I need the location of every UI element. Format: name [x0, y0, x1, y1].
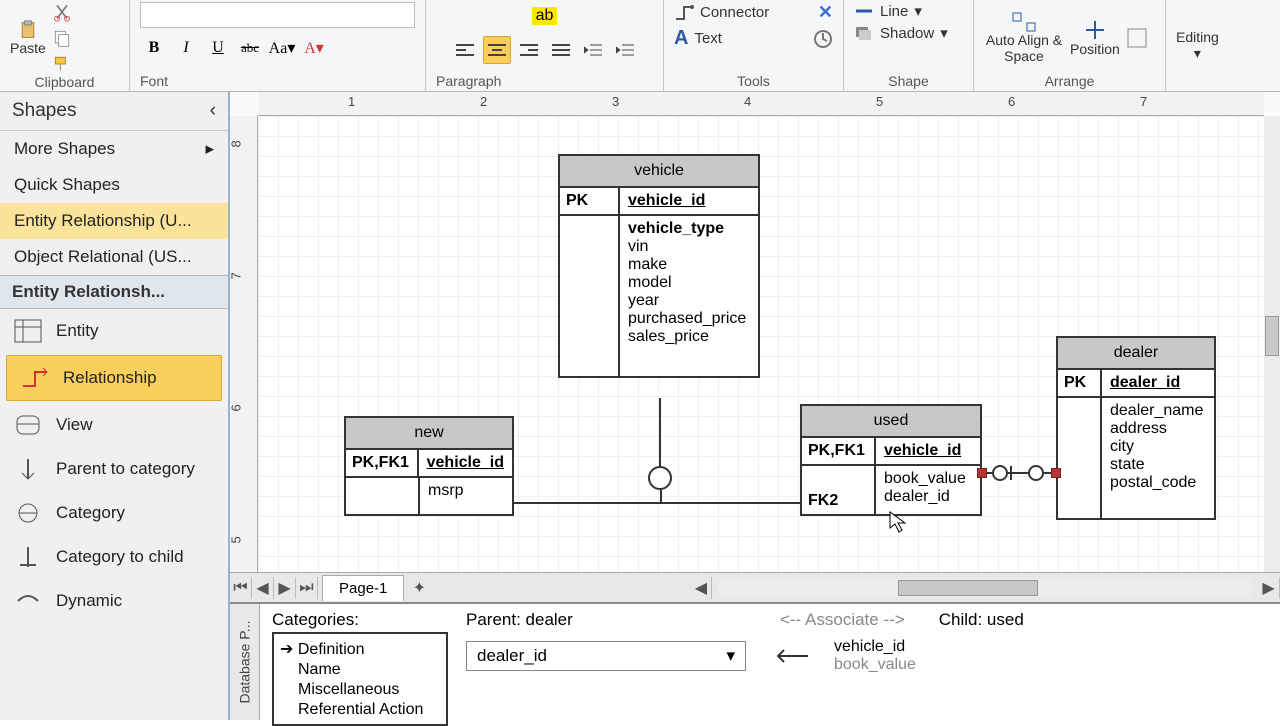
paragraph-group-label: Paragraph	[436, 73, 501, 89]
more-shapes-item[interactable]: More Shapes ▸	[0, 131, 228, 167]
map-arrow-icon	[770, 646, 810, 666]
arrange-group-label: Arrange	[984, 73, 1155, 91]
vertical-scrollbar[interactable]	[1264, 116, 1280, 572]
stencil-entity[interactable]: Entity	[0, 309, 228, 353]
tools-group-label: Tools	[674, 73, 833, 91]
connector-endpoint-right[interactable]	[1051, 468, 1061, 478]
underline-button[interactable]: U	[204, 34, 232, 62]
entity-dealer[interactable]: dealer PKdealer_id dealer_name address c…	[1056, 336, 1216, 520]
drawing-canvas[interactable]: 1 2 3 4 5 6 7 8 7 6 5 vehicle PKvehicle_…	[230, 92, 1280, 572]
indent-inc-button[interactable]	[611, 36, 639, 64]
page-tab-strip: ⏮ ◀ ▶ ⏭ Page-1 ✦ ◀ ▶	[230, 572, 1280, 602]
stencil-section-title: Entity Relationsh...	[0, 275, 228, 309]
justify-button[interactable]	[547, 36, 575, 64]
tab-prev-button[interactable]: ◀	[252, 577, 274, 599]
stencil-dynamic[interactable]: Dynamic	[0, 579, 228, 623]
cat-misc[interactable]: Miscellaneous	[282, 680, 438, 700]
shapes-header: Shapes	[12, 100, 76, 122]
connector-label[interactable]: Connector	[700, 4, 769, 21]
connector-endpoint-left[interactable]	[977, 468, 987, 478]
tools-extra-icon[interactable]	[813, 29, 833, 49]
strike-button[interactable]: abc	[236, 34, 264, 62]
parent-label: Parent: dealer	[466, 610, 746, 630]
entity-relationship-stencil[interactable]: Entity Relationship (U...	[0, 203, 228, 239]
shapes-panel: Shapes ‹ More Shapes ▸ Quick Shapes Entit…	[0, 92, 230, 720]
cat-name[interactable]: Name	[282, 660, 438, 680]
stencil-view[interactable]: View	[0, 403, 228, 447]
font-group-label: Font	[140, 73, 168, 89]
new-page-button[interactable]: ✦	[408, 577, 430, 599]
highlight-button[interactable]: ab	[531, 2, 559, 30]
horizontal-ruler: 1 2 3 4 5 6 7	[258, 92, 1264, 116]
align-center-button[interactable]	[483, 36, 511, 64]
connector-close-button[interactable]: ✕	[818, 2, 833, 23]
stencil-parent-to-category[interactable]: Parent to category	[0, 447, 228, 491]
font-size-button[interactable]: Aa▾	[268, 34, 296, 62]
child-label: Child: used	[939, 610, 1024, 630]
cat-definition[interactable]: Definition	[282, 638, 438, 660]
line-menu[interactable]: Line ▾	[854, 2, 963, 20]
tab-last-button[interactable]: ⏭	[296, 577, 318, 599]
shapes-collapse-icon[interactable]: ‹	[210, 100, 216, 122]
indent-dec-button[interactable]	[579, 36, 607, 64]
vertical-ruler: 8 7 6 5	[230, 116, 258, 572]
bold-button[interactable]: B	[140, 34, 168, 62]
copy-icon[interactable]	[52, 28, 72, 48]
connector-vehicle-down[interactable]	[659, 398, 661, 468]
hscroll-left[interactable]: ◀	[690, 577, 712, 599]
connector-icon	[674, 5, 694, 21]
clipboard-group-label: Clipboard	[10, 74, 119, 92]
entity-new[interactable]: new PK,FK1vehicle_id msrp	[344, 416, 514, 516]
shape-group-label: Shape	[854, 73, 963, 91]
database-properties-panel: Database P... Categories: Definition Nam…	[230, 602, 1280, 720]
format-painter-icon[interactable]	[52, 54, 72, 74]
font-family-dropdown[interactable]	[140, 2, 415, 28]
italic-button[interactable]: I	[172, 34, 200, 62]
position-button[interactable]: Position	[1070, 19, 1120, 57]
text-tool-icon: A	[674, 27, 688, 50]
mouse-cursor-icon	[888, 510, 912, 534]
text-tool-label[interactable]: Text	[694, 30, 722, 47]
connector-subtype-bar	[514, 502, 800, 504]
cut-icon[interactable]	[52, 2, 72, 22]
categories-list[interactable]: Definition Name Miscellaneous Referentia…	[272, 632, 448, 726]
connector-cardinality-2	[1028, 465, 1044, 481]
stencil-relationship[interactable]: Relationship	[6, 355, 222, 401]
child-field-0[interactable]: vehicle_id	[834, 638, 916, 656]
auto-align-button[interactable]: Auto Align & Space	[984, 11, 1064, 64]
drawing-page[interactable]: vehicle PKvehicle_id vehicle_type vin ma…	[258, 116, 1264, 572]
entity-vehicle[interactable]: vehicle PKvehicle_id vehicle_type vin ma…	[558, 154, 760, 378]
hscroll-right[interactable]: ▶	[1258, 577, 1280, 599]
subtype-circle[interactable]	[648, 466, 672, 490]
align-right-button[interactable]	[515, 36, 543, 64]
child-field-1[interactable]: book_value	[834, 656, 916, 674]
tab-first-button[interactable]: ⏮	[230, 577, 252, 599]
associate-button[interactable]: <-- Associate -->	[770, 610, 915, 630]
page-tab-1[interactable]: Page-1	[322, 575, 404, 601]
connector-cardinality-1	[992, 465, 1008, 481]
horizontal-scrollbar[interactable]	[718, 579, 1252, 597]
categories-label: Categories:	[272, 610, 448, 630]
entity-used[interactable]: used PK,FK1vehicle_id FK2 book_value dea…	[800, 404, 982, 516]
tab-next-button[interactable]: ▶	[274, 577, 296, 599]
parent-field-select[interactable]: dealer_id▾	[466, 641, 746, 671]
object-relational-stencil[interactable]: Object Relational (US...	[0, 239, 228, 275]
paste-button[interactable]: Paste	[10, 20, 46, 56]
arrange-more-icon[interactable]	[1126, 27, 1148, 49]
align-left-button[interactable]	[451, 36, 479, 64]
editing-button[interactable]: Editing▾	[1176, 29, 1219, 62]
paste-label: Paste	[10, 40, 46, 56]
quick-shapes-item[interactable]: Quick Shapes	[0, 167, 228, 203]
stencil-category[interactable]: Category	[0, 491, 228, 535]
cat-referential[interactable]: Referential Action	[282, 700, 438, 720]
font-color-button[interactable]: A▾	[300, 34, 328, 62]
db-panel-side-label: Database P...	[237, 620, 253, 703]
stencil-category-to-child[interactable]: Category to child	[0, 535, 228, 579]
shadow-menu[interactable]: Shadow ▾	[854, 24, 963, 42]
